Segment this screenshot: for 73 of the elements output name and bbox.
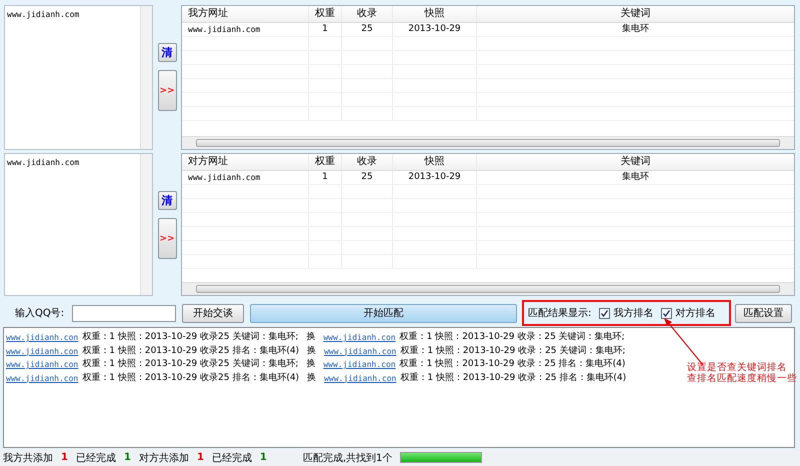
column-header[interactable]: 权重	[309, 6, 342, 22]
column-header[interactable]: 快照	[393, 154, 477, 170]
column-header[interactable]: 我方网址	[182, 6, 309, 22]
site-link[interactable]: www.jidianh.con	[6, 372, 78, 385]
url-textarea[interactable]: www.jidianh.com	[4, 5, 153, 150]
annotation-text: 查排名匹配速度稍慢一些	[687, 373, 797, 384]
log-text: 权重：1 快照：2013-10-29 收录25 关键词：集电环;	[82, 358, 298, 371]
table-cell: 2013-10-29	[393, 23, 477, 36]
table-cell: 25	[342, 23, 393, 36]
column-header[interactable]: 对方网址	[182, 154, 309, 170]
status-message: 匹配完成,共找到1个	[302, 452, 392, 464]
checkbox-icon	[599, 308, 610, 318]
status-label: 我方共添加	[3, 452, 53, 464]
status-label: 已经完成	[212, 452, 252, 464]
site-link[interactable]: www.jidianh.con	[6, 331, 78, 344]
qq-label: 输入QQ号:	[15, 306, 66, 320]
site-link[interactable]: www.jidianh.con	[324, 344, 396, 358]
ranking-checkbox[interactable]: 对方排名	[661, 306, 716, 320]
vertical-scrollbar[interactable]	[140, 154, 152, 295]
column-header[interactable]: 关键词	[477, 6, 794, 22]
column-header[interactable]: 快照	[393, 6, 477, 22]
table-cell-text: 集电环	[621, 23, 650, 36]
site-link[interactable]: www.jidianh.con	[323, 331, 396, 344]
status-label: 已经完成	[76, 452, 116, 464]
site-link[interactable]: www.jidianh.con	[324, 372, 396, 385]
table-cell: 2013-10-29	[393, 171, 477, 184]
log-text: 权重：1 快照：2013-10-29 收录：25 排名：集电环(4)	[400, 372, 626, 384]
status-count: 1	[196, 452, 204, 463]
table-cell: www.jidianh.com	[182, 171, 309, 184]
vertical-scrollbar[interactable]	[140, 6, 152, 149]
display-label: 匹配结果显示:	[528, 306, 592, 320]
checkbox-label: 对方排名	[675, 306, 716, 320]
column-header[interactable]: 收录	[342, 154, 393, 170]
log-text: 权重：1 快照：2013-10-29 收录25 排名：集电环(4)	[82, 372, 300, 384]
table-cell: 1	[309, 171, 342, 184]
url-textarea[interactable]: www.jidianh.com	[4, 153, 153, 296]
annotation-text: 设置是否查关键词排名	[687, 362, 788, 373]
column-header[interactable]: 关键词	[477, 154, 794, 170]
horizontal-scrollbar[interactable]	[182, 282, 794, 295]
table-cell: www.jidianh.com	[182, 23, 309, 36]
status-count: 1	[124, 452, 131, 463]
status-count: 1	[260, 452, 267, 463]
swap-text: 换	[307, 372, 316, 384]
log-text: 权重：1 快照：2013-10-29 收录：25 排名：集电环(4)	[400, 358, 626, 371]
clear-button[interactable]: 清	[158, 43, 176, 62]
log-text: 权重：1 快照：2013-10-29 收录：25 关键词：集电环;	[400, 331, 625, 344]
clear-button[interactable]: 清	[158, 191, 176, 210]
swap-text: 换	[306, 358, 316, 371]
table-cell: 1	[309, 23, 342, 36]
site-link[interactable]: www.jidianh.con	[6, 344, 78, 358]
horizontal-scrollbar[interactable]	[182, 136, 794, 149]
chat-button[interactable]: 开始交谈	[182, 304, 244, 322]
checkbox-icon	[661, 308, 672, 318]
log-text: 权重：1 快照：2013-10-29 收录25 关键词：集电环;	[82, 331, 298, 344]
swap-text: 换	[306, 331, 316, 344]
url-text: www.jidianh.com	[7, 10, 80, 19]
column-header[interactable]: 权重	[309, 154, 342, 170]
table-cell-text: 集电环	[621, 171, 650, 184]
settings-button[interactable]: 匹配设置	[735, 304, 792, 322]
table-cell: 25	[342, 171, 393, 184]
site-link[interactable]: www.jidianh.con	[6, 358, 78, 372]
ranking-checkbox[interactable]: 我方排名	[599, 306, 654, 320]
match-button[interactable]: 开始匹配	[250, 304, 517, 322]
log-text: 权重：1 快照：2013-10-29 收录25 排名：集电环(4)	[82, 344, 300, 358]
status-label: 对方共添加	[138, 452, 189, 464]
checkbox-label: 我方排名	[613, 306, 654, 320]
url-text: www.jidianh.com	[7, 158, 80, 167]
column-header[interactable]: 收录	[342, 6, 393, 22]
swap-text: 换	[307, 344, 316, 358]
log-text: 权重：1 快照：2013-10-29 收录：25 关键词：集电环;	[400, 344, 626, 358]
site-link[interactable]: www.jidianh.con	[323, 358, 396, 372]
qq-input[interactable]	[72, 304, 176, 322]
status-count: 1	[61, 452, 68, 463]
